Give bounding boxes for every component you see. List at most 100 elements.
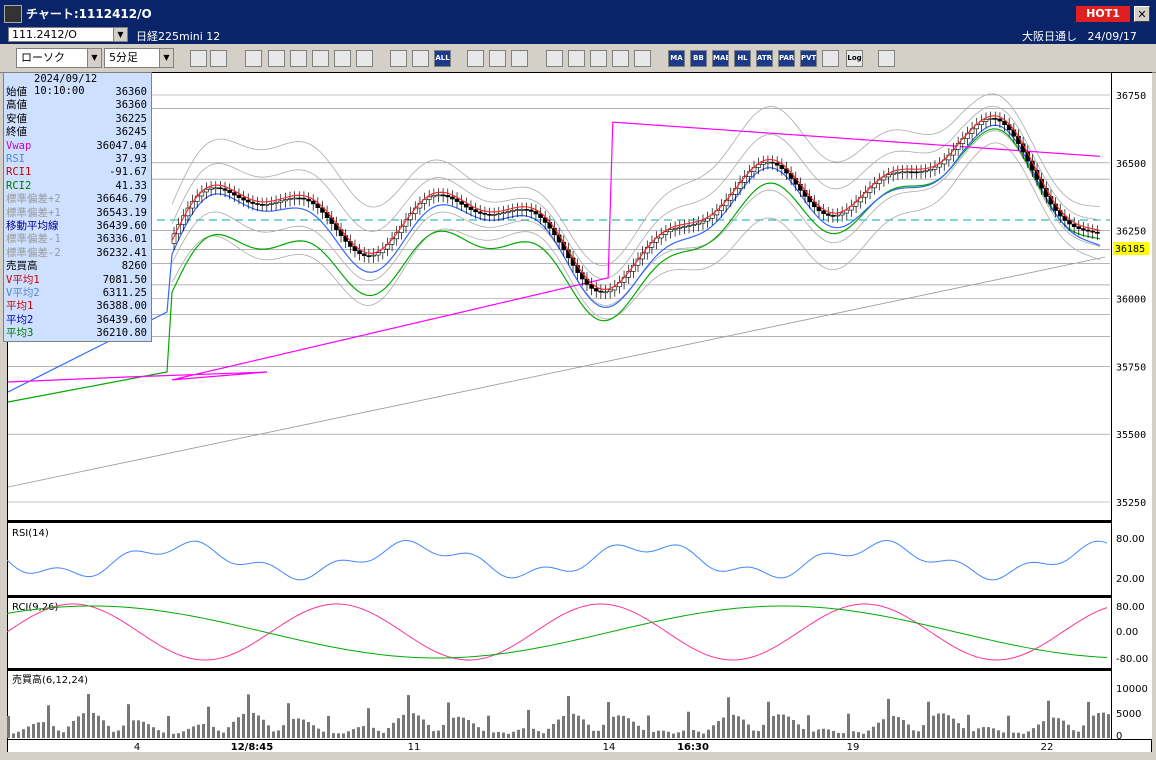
palette-icon[interactable] <box>511 50 528 67</box>
volume-bar <box>247 694 250 738</box>
volume-bar <box>807 715 810 738</box>
candle-body <box>273 201 279 204</box>
volume-bar <box>612 716 615 738</box>
volume-bar <box>927 701 930 738</box>
volume-bar <box>477 727 480 738</box>
info-label: 始値 <box>6 86 27 98</box>
chevron-down-icon[interactable]: ▼ <box>159 49 173 67</box>
toolbar-mae-button[interactable]: MAE <box>712 50 729 67</box>
volume-bar <box>1062 720 1065 738</box>
toolbar-all-button[interactable]: ALL <box>434 50 451 67</box>
interval-select[interactable]: 5分足 ▼ <box>104 48 174 68</box>
volume-bar <box>887 698 890 738</box>
rsi-panel <box>8 523 1111 595</box>
chart-type-select[interactable]: ローソク ▼ <box>16 48 102 68</box>
volume-bar <box>787 716 790 738</box>
alert-icon[interactable] <box>412 50 429 67</box>
chevron-down-icon[interactable]: ▼ <box>113 28 127 41</box>
cursor-icon[interactable] <box>210 50 227 67</box>
gear-icon[interactable] <box>467 50 484 67</box>
volume-bar <box>322 731 325 738</box>
candle-body <box>779 164 785 169</box>
edit-icon[interactable] <box>268 50 285 67</box>
cross-icon[interactable] <box>612 50 629 67</box>
candle-body <box>371 254 376 257</box>
info-value: 36047.04 <box>96 139 147 152</box>
volume-bar <box>557 719 560 738</box>
text-icon[interactable] <box>634 50 651 67</box>
candle-body <box>918 171 924 173</box>
download-icon[interactable] <box>546 50 563 67</box>
candle-body <box>208 187 214 190</box>
hot-button[interactable]: HOT1 <box>1076 6 1130 22</box>
candle-body <box>686 225 692 227</box>
page-icon[interactable] <box>334 50 351 67</box>
candle-body <box>454 198 460 202</box>
print-icon[interactable] <box>822 50 839 67</box>
candle-body <box>501 212 506 215</box>
info-label: 高値 <box>6 99 27 112</box>
volume-bar <box>862 733 865 738</box>
trash-icon[interactable] <box>356 50 373 67</box>
rci-tick-label: 0.00 <box>1116 627 1138 638</box>
candle-body <box>677 226 683 229</box>
wrench-icon[interactable] <box>489 50 506 67</box>
volume-bar <box>122 725 125 738</box>
toolbar-par-button[interactable]: PAR <box>778 50 795 67</box>
volume-bar <box>997 730 1000 738</box>
info-value: -91.67 <box>109 166 147 179</box>
chart-area[interactable]: 36750 36500 36250 36000 35750 35500 35250 36185… <box>7 72 1152 752</box>
info-value: 7081.50 <box>102 273 147 286</box>
candle-body <box>464 204 469 208</box>
sound-icon[interactable] <box>390 50 407 67</box>
rsi-title: RSI(14) <box>12 528 49 539</box>
candle-body <box>366 255 372 257</box>
volume-bar <box>402 714 405 738</box>
toolbar-ma-button[interactable]: MA <box>668 50 685 67</box>
candle-body <box>227 190 232 193</box>
volume-bar <box>447 702 450 738</box>
info-row: RCI1 -91.67 <box>6 166 149 179</box>
volume-bar <box>1107 714 1110 738</box>
volume-bar <box>817 729 820 738</box>
search-icon[interactable] <box>568 50 585 67</box>
toolbar-pvt-button[interactable]: PVT <box>800 50 817 67</box>
zoom-icon[interactable] <box>190 50 207 67</box>
volume-bar <box>707 729 710 738</box>
pencil-icon[interactable] <box>245 50 262 67</box>
toolbar-log-button[interactable]: Log <box>846 50 863 67</box>
volume-bar <box>462 717 465 738</box>
pointer-icon[interactable] <box>290 50 307 67</box>
export-icon[interactable] <box>878 50 895 67</box>
info-label: 標準偏差+1 <box>6 206 61 219</box>
toolbar-hl-button[interactable]: HL <box>734 50 751 67</box>
volume-bar <box>212 726 215 738</box>
volume-bar <box>432 731 435 738</box>
bar-icon[interactable] <box>590 50 607 67</box>
candle-body <box>491 214 497 216</box>
symbol-input[interactable]: 111.2412/O ▼ <box>8 27 128 42</box>
info-label: 標準偏差+2 <box>6 193 61 206</box>
price-tick-label: 36500 <box>1116 159 1146 170</box>
volume-bar <box>702 733 705 738</box>
volume-bar <box>407 695 410 738</box>
volume-bar <box>52 726 55 738</box>
close-icon[interactable]: ✕ <box>1134 6 1150 22</box>
toolbar-atr-button[interactable]: ATR <box>756 50 773 67</box>
toolbar-bb-button[interactable]: BB <box>690 50 707 67</box>
info-row: 標準偏差-2 36232.41 <box>6 247 149 260</box>
time-axis-label: 4 <box>134 742 140 752</box>
arrow-icon[interactable] <box>312 50 329 67</box>
candle-body <box>361 253 367 256</box>
volume-bar <box>567 696 570 738</box>
volume-bar <box>1047 700 1050 738</box>
chevron-down-icon[interactable]: ▼ <box>87 49 101 67</box>
app-icon <box>4 5 22 23</box>
interval-value: 5分足 <box>109 51 138 64</box>
info-row: 標準偏差+2 36646.79 <box>6 193 149 206</box>
chart-svg[interactable]: 36750 36500 36250 36000 35750 35500 35250 36185… <box>7 72 1152 752</box>
volume-bar <box>572 713 575 738</box>
volume-bar <box>642 729 645 738</box>
volume-bar <box>102 720 105 738</box>
volume-bar <box>697 731 700 738</box>
